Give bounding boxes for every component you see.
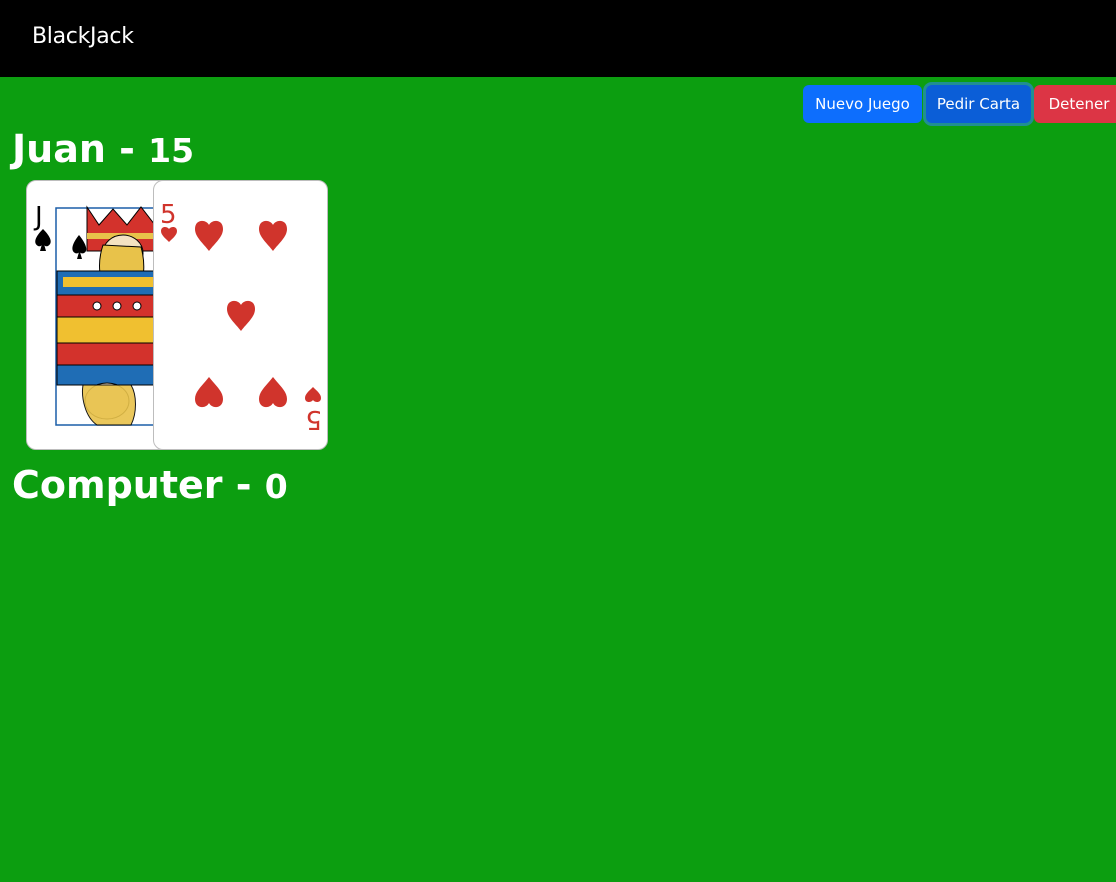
stop-button[interactable]: Detener	[1034, 85, 1116, 123]
ask-card-button[interactable]: Pedir Carta	[926, 85, 1031, 123]
player-name: Juan	[12, 127, 106, 171]
title-separator: -	[119, 127, 135, 171]
five-of-hearts-face: 5 5	[160, 200, 322, 434]
navbar: BlackJack	[0, 0, 1116, 77]
computer-score: 0	[264, 467, 288, 506]
card-five-of-hearts: 5 5	[153, 180, 328, 450]
player-title: Juan - 15	[12, 130, 194, 168]
computer-name: Computer	[12, 463, 223, 507]
svg-text:5: 5	[160, 200, 177, 230]
new-game-button[interactable]: Nuevo Juego	[803, 85, 922, 123]
title-separator: -	[235, 463, 252, 507]
player-score: 15	[148, 131, 195, 170]
svg-text:J: J	[33, 202, 43, 232]
computer-title: Computer - 0	[12, 466, 288, 504]
navbar-brand[interactable]: BlackJack	[32, 24, 134, 49]
svg-text:5: 5	[305, 404, 322, 434]
